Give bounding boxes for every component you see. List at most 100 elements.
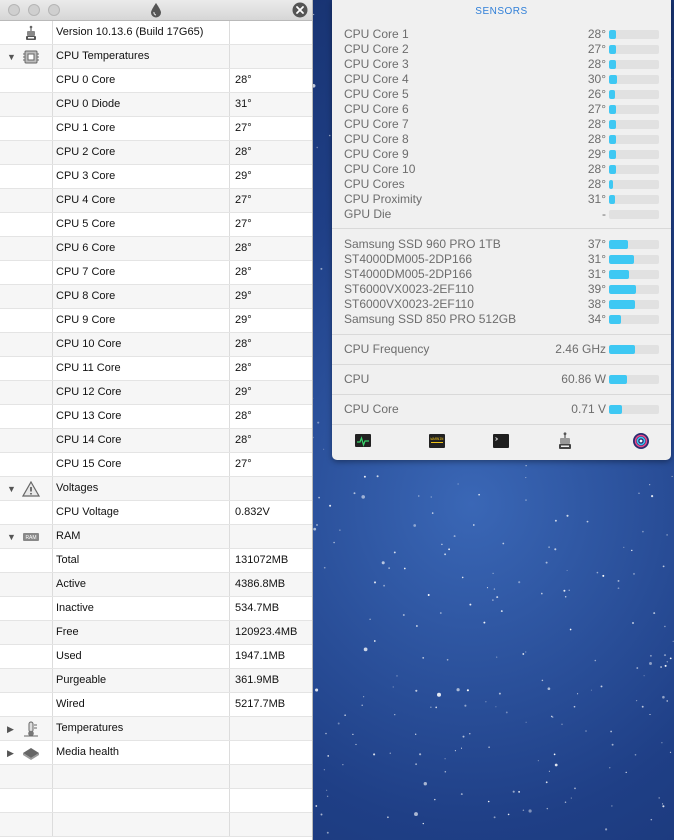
- activity-monitor-icon[interactable]: [354, 432, 372, 450]
- tree-value: 28°: [235, 410, 252, 422]
- sensor-label: CPU Core 8: [344, 132, 409, 146]
- tree-row[interactable]: CPU 15 Core 27°: [0, 453, 312, 477]
- sensor-row: CPU Core 5 26°: [344, 87, 660, 102]
- tree-label: CPU 11 Core: [52, 357, 230, 380]
- tree-icon-cell: [0, 285, 53, 308]
- tree-label: CPU 6 Core: [52, 237, 230, 260]
- disclosure-expanded-icon[interactable]: ▼: [7, 484, 16, 494]
- sensor-label: CPU Core 10: [344, 162, 416, 176]
- tree-label: CPU 0 Core: [52, 69, 230, 92]
- sensor-level-bar: [609, 135, 659, 144]
- tree-row[interactable]: CPU 11 Core 28°: [0, 357, 312, 381]
- tree-row[interactable]: CPU 14 Core 28°: [0, 429, 312, 453]
- tree-row[interactable]: CPU 10 Core 28°: [0, 333, 312, 357]
- tree-group-row[interactable]: ▼ CPU Temperatures: [0, 45, 312, 69]
- tree-group-row[interactable]: ▼ RAM RAM: [0, 525, 312, 549]
- tree-row[interactable]: Purgeable 361.9MB: [0, 669, 312, 693]
- tree-label: CPU 14 Core: [52, 429, 230, 452]
- sensor-level-bar: [609, 180, 659, 189]
- tree-value: [231, 21, 312, 44]
- sensor-level-fill: [609, 345, 635, 354]
- sensor-label: CPU Core 3: [344, 57, 409, 71]
- tree-row[interactable]: Inactive 534.7MB: [0, 597, 312, 621]
- sensor-level-fill: [609, 195, 615, 204]
- sensor-level-fill: [609, 315, 621, 324]
- tree-row[interactable]: CPU 9 Core 29°: [0, 309, 312, 333]
- tree-row[interactable]: Version 10.13.6 (Build 17G65): [0, 21, 312, 45]
- tree-label: CPU 10 Core: [52, 333, 230, 356]
- tree-row[interactable]: Used 1947.1MB: [0, 645, 312, 669]
- disclosure-expanded-icon[interactable]: ▼: [7, 532, 16, 542]
- sensor-value: 29°: [587, 147, 606, 161]
- sensor-label: CPU Core 9: [344, 147, 409, 161]
- sensor-label: CPU Core 6: [344, 102, 409, 116]
- hardware-monitor-icon[interactable]: [556, 432, 574, 450]
- tree-row[interactable]: CPU 0 Diode 31°: [0, 93, 312, 117]
- tree-icon-cell: [0, 597, 53, 620]
- sensor-label: CPU Core 4: [344, 72, 409, 86]
- disclosure-collapsed-icon[interactable]: ▶: [7, 724, 14, 734]
- tree-label: CPU Temperatures: [52, 45, 230, 68]
- sensor-level-fill: [609, 300, 635, 309]
- tree-label: Temperatures: [52, 717, 230, 740]
- sensor-label: ST4000DM005-2DP166: [344, 252, 473, 266]
- disclosure-collapsed-icon[interactable]: ▶: [7, 748, 14, 758]
- tree-row[interactable]: CPU 13 Core 28°: [0, 405, 312, 429]
- sensor-row: CPU Core 7 28°: [344, 117, 660, 132]
- tree-row[interactable]: CPU 4 Core 27°: [0, 189, 312, 213]
- thermometer-icon: [22, 721, 40, 737]
- sensor-level-bar: [609, 120, 659, 129]
- tree-group-row[interactable]: ▶ Temperatures: [0, 717, 312, 741]
- tree-group-row[interactable]: ▼ Voltages: [0, 477, 312, 501]
- tree-row[interactable]: Total 131072MB: [0, 549, 312, 573]
- disk-utility-icon[interactable]: [632, 432, 650, 450]
- tree-row[interactable]: Wired 5217.7MB: [0, 693, 312, 717]
- close-icon[interactable]: [292, 2, 308, 18]
- tree-row[interactable]: CPU 7 Core 28°: [0, 261, 312, 285]
- sensor-level-bar: [609, 315, 659, 324]
- sensor-level-bar: [609, 240, 659, 249]
- tree-row[interactable]: CPU 1 Core 27°: [0, 117, 312, 141]
- tree-row[interactable]: Active 4386.8MB: [0, 573, 312, 597]
- tree-row[interactable]: CPU 3 Core 29°: [0, 165, 312, 189]
- tree-icon-cell: [0, 69, 53, 92]
- tree-icon-cell: [0, 429, 53, 452]
- warning-triangle-icon: [21, 480, 41, 497]
- tree-row[interactable]: CPU 2 Core 28°: [0, 141, 312, 165]
- sensor-level-fill: [609, 285, 636, 294]
- sensor-level-fill: [609, 375, 627, 384]
- sensor-label: ST6000VX0023-2EF110: [344, 297, 474, 311]
- sensor-level-fill: [609, 45, 616, 54]
- tree-row[interactable]: CPU 5 Core 27°: [0, 213, 312, 237]
- console-warning-icon[interactable]: WARNIN: [428, 432, 446, 450]
- tree-icon-cell: [0, 645, 53, 668]
- sensor-level-fill: [609, 150, 616, 159]
- tree-icon-cell: ▼: [0, 45, 53, 68]
- window-close-light[interactable]: [8, 4, 20, 16]
- tree-value: 4386.8MB: [235, 578, 286, 590]
- tree-row[interactable]: CPU 0 Core 28°: [0, 69, 312, 93]
- window-zoom-light[interactable]: [48, 4, 60, 16]
- sensor-value: 27°: [587, 102, 606, 116]
- tree-icon-cell: ▶: [0, 741, 53, 764]
- sensor-row: CPU Core 10 28°: [344, 162, 660, 177]
- sensor-row: Samsung SSD 960 PRO 1TB 37°: [344, 237, 660, 252]
- tree-label: Active: [52, 573, 230, 596]
- tree-group-row[interactable]: ▶ Media health: [0, 741, 312, 765]
- window-minimize-light[interactable]: [28, 4, 40, 16]
- tree-value: 28°: [235, 266, 252, 278]
- sensor-label: CPU Frequency: [344, 342, 430, 356]
- tree-row[interactable]: CPU 6 Core 28°: [0, 237, 312, 261]
- disclosure-expanded-icon[interactable]: ▼: [7, 52, 16, 62]
- tree-icon-cell: [0, 189, 53, 212]
- sensor-level-fill: [609, 405, 622, 414]
- tree-row[interactable]: CPU Voltage 0.832V: [0, 501, 312, 525]
- tree-row[interactable]: Free 120923.4MB: [0, 621, 312, 645]
- tree-row[interactable]: CPU 12 Core 29°: [0, 381, 312, 405]
- hardware-monitor-icon: [22, 25, 40, 41]
- tree-icon-cell: [0, 813, 53, 836]
- hardware-monitor-window: Version 10.13.6 (Build 17G65) ▼ CPU Temper…: [0, 0, 313, 840]
- tree-label: CPU 8 Core: [52, 285, 230, 308]
- tree-row[interactable]: CPU 8 Core 29°: [0, 285, 312, 309]
- terminal-icon[interactable]: [492, 432, 510, 450]
